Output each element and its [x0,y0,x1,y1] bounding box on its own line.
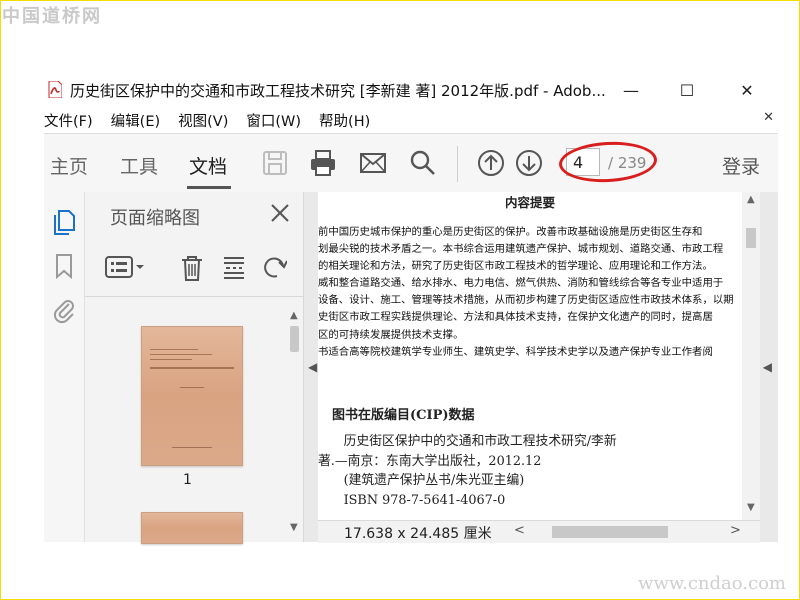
search-icon[interactable] [408,148,438,178]
tab-tools[interactable]: 工具 [120,152,158,179]
active-tab-indicator [187,186,231,189]
thumbnail-panel: 页面缩略图 1 ▲ ▼ [85,192,305,544]
maximize-button[interactable]: ☐ [664,76,710,104]
close-document-button[interactable]: ✕ [763,110,774,125]
hscroll-thumb[interactable] [552,526,668,538]
menu-edit[interactable]: 编辑(E) [111,108,160,132]
doc-scroll-down-arrow[interactable]: ▼ [747,502,755,513]
cip-line: ISBN 978-7-5641-4067-0 [318,492,506,508]
minimize-button[interactable]: — [608,76,654,104]
cip-heading: 图书在版编目(CIP)数据 [332,408,475,423]
cip-line: 历史街区保护中的交通和市政工程技术研究/李新 [318,434,617,449]
tab-document[interactable]: 文档 [189,152,227,179]
save-icon[interactable] [260,148,290,178]
scrollbar-thumb[interactable] [290,326,299,352]
menu-file[interactable]: 文件(F) [44,108,93,132]
hscroll-right-arrow[interactable]: > [730,523,741,538]
document-scrollbar[interactable]: ▲ ▼ [742,192,760,520]
cip-line: (建筑遗产保护丛书/朱光亚主编) [318,473,525,488]
previous-page-icon[interactable] [476,148,506,178]
menu-help[interactable]: 帮助(H) [319,108,370,132]
menu-view[interactable]: 视图(V) [178,108,228,132]
close-window-button[interactable]: ✕ [724,76,770,104]
thumbnail-options-icon[interactable] [105,254,147,280]
print-icon[interactable] [308,148,338,178]
bookmark-icon[interactable] [51,252,77,280]
status-bar: 17.638 x 24.485 厘米 < > [318,520,760,543]
window-title: 历史街区保护中的交通和市政工程技术研究 [李新建 著] 2012年版.pdf -… [70,82,606,100]
summary-line: 的相关理论和方法，研究了历史街区市政工程技术的哲学理论、应用理论和工作方法。 [318,260,713,273]
watermark-top: 中国道桥网 [2,6,102,27]
summary-line: 威和整合道路交通、给水排水、电力电信、燃气供热、消防和管线综合等各专业中适用于 [318,277,724,290]
thumbnail-toolbar [105,250,305,284]
pdf-file-icon [48,81,62,98]
cip-line: 著.—南京：东南大学出版社，2012.12 [318,453,542,469]
panel-title: 页面缩略图 [110,208,200,229]
collapse-left-panel-icon[interactable]: ◀ [308,360,317,374]
doc-scrollbar-thumb[interactable] [746,228,756,248]
scroll-up-arrow[interactable]: ▲ [290,310,298,321]
summary-line: 区的可持续发展提供技术支撑。 [318,328,464,341]
pdf-page: 内容提要 前中国历史城市保护的重心是历史街区的保护。改善市政基础设施是历史街区生… [318,192,742,520]
document-view: ◀ 内容提要 前中国历史城市保护的重心是历史街区的保护。改善市政基础设施是历史街… [304,192,778,543]
summary-line: 划最尖锐的技术矛盾之一。本书综合运用建筑遗产保护、城市规划、道路交通、市政工程 [318,243,724,256]
summary-line: 史街区市政工程实践提供理论、方法和具体技术支持，在保护文化遗产的同时，提高居 [318,311,713,324]
extract-page-icon[interactable] [221,254,247,282]
page-heading: 内容提要 [504,195,555,210]
page-thumbnails-icon[interactable] [51,208,77,236]
navigation-rail [44,192,85,542]
collapse-right-panel-icon[interactable]: ◀ [763,360,772,374]
menu-window[interactable]: 窗口(W) [246,108,301,132]
summary-line: 书适合高等院校建筑学专业师生、建筑史学、科学技术史学以及遗产保护专业工作者阅 [318,345,713,358]
tab-home[interactable]: 主页 [50,152,88,179]
panel-divider [85,296,303,297]
menu-bar: 文件(F) 编辑(E) 视图(V) 窗口(W) 帮助(H) ✕ [44,108,778,132]
page-thumbnail-2[interactable] [141,512,243,544]
toolbar: 主页 工具 文档 4 / 239 登录 [44,133,778,193]
delete-page-icon[interactable] [179,254,205,282]
attachment-icon[interactable] [51,296,77,324]
page-thumbnail-1[interactable] [141,326,243,466]
login-button[interactable]: 登录 [722,152,760,179]
scroll-down-arrow[interactable]: ▼ [290,522,298,533]
summary-line: 设备、设计、施工、管理等技术措施，从而初步构建了历史街区适应性市政技术体系，以期 [318,294,734,307]
title-bar: 历史街区保护中的交通和市政工程技术研究 [李新建 著] 2012年版.pdf -… [44,72,778,108]
hscroll-left-arrow[interactable]: < [514,523,525,538]
toolbar-separator [457,146,458,182]
summary-line: 前中国历史城市保护的重心是历史街区的保护。改善市政基础设施是历史街区生存和 [318,226,703,238]
summary-text: 前中国历史城市保护的重心是历史街区的保护。改善市政基础设施是历史街区生存和 划最… [318,224,742,361]
watermark-bottom: www.cndao.com [638,573,786,594]
email-icon[interactable] [358,148,388,178]
red-annotation-oval [558,139,658,185]
rotate-page-icon[interactable] [263,254,287,282]
acrobat-window: 历史街区保护中的交通和市政工程技术研究 [李新建 著] 2012年版.pdf -… [44,72,778,544]
doc-scroll-up-arrow[interactable]: ▲ [747,194,755,205]
thumbnail-page-number: 1 [183,472,192,488]
cip-data: 历史街区保护中的交通和市政工程技术研究/李新 著.—南京：东南大学出版社，201… [318,432,742,510]
close-panel-icon[interactable] [269,202,291,224]
thumbnail-scrollbar[interactable]: ▲ ▼ [287,310,301,542]
next-page-icon[interactable] [514,148,544,178]
page-size-readout: 17.638 x 24.485 厘米 [344,526,492,542]
